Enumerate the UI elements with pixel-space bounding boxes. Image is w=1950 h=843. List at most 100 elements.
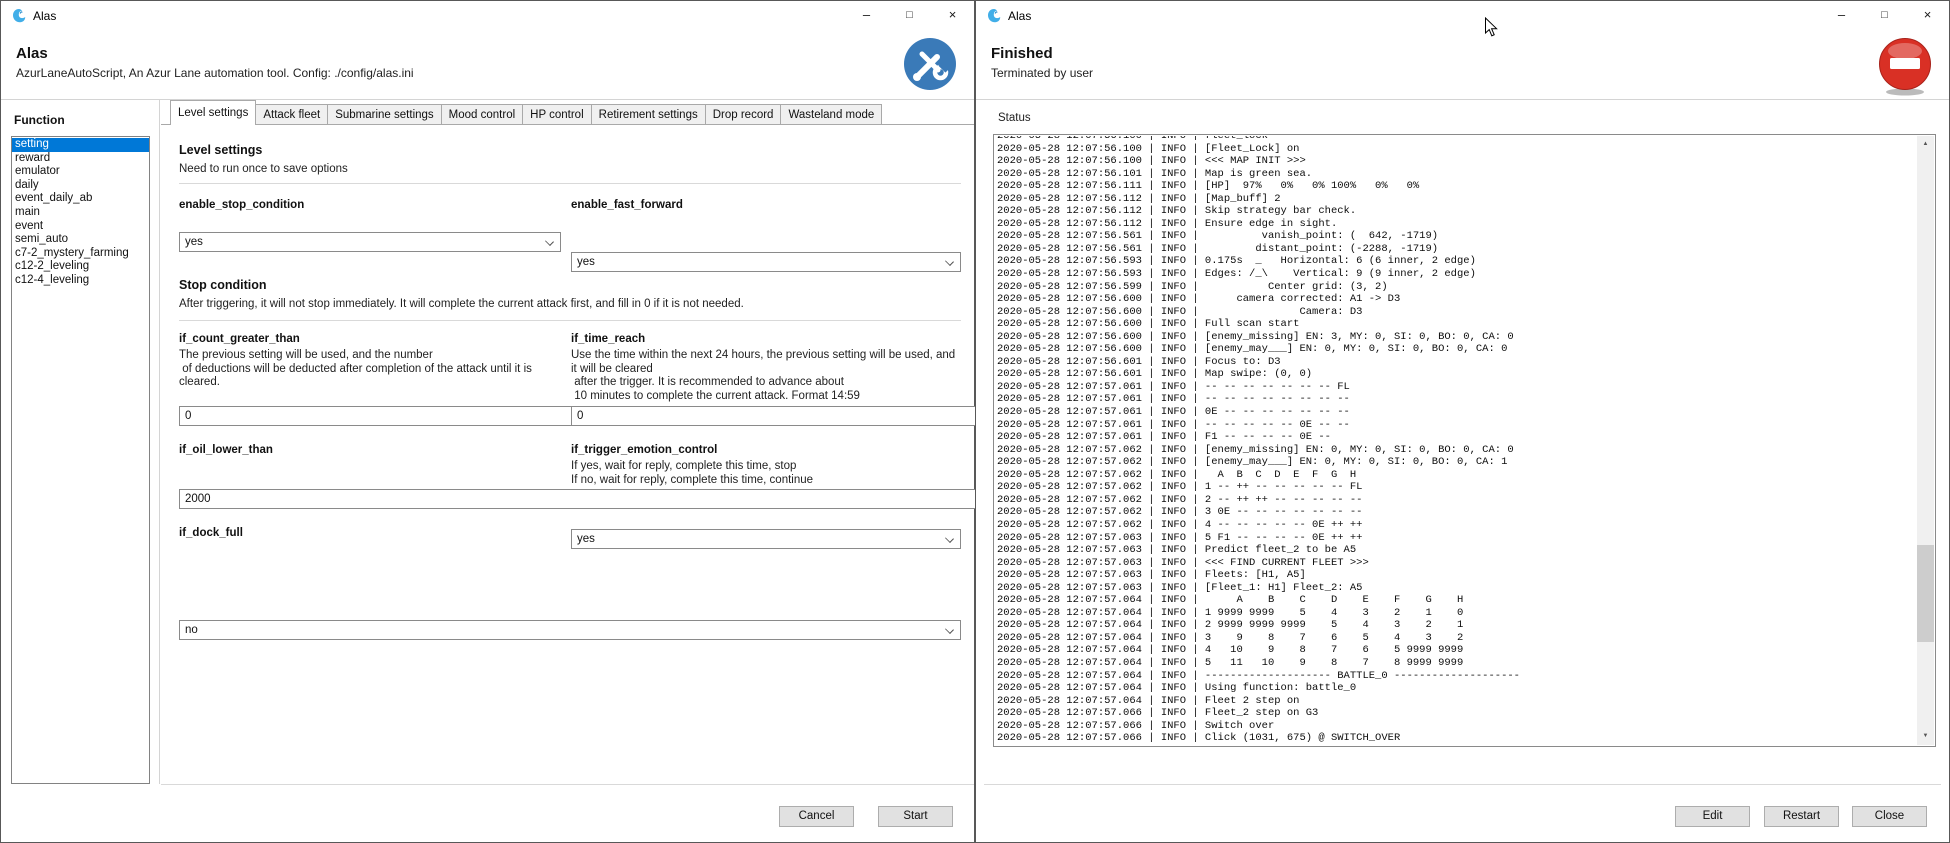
function-list-item[interactable]: setting	[12, 138, 149, 152]
section-title-level-settings: Level settings	[179, 143, 262, 157]
tab[interactable]: Wasteland mode	[780, 104, 882, 124]
enable-fast-forward-label: enable_fast_forward	[571, 199, 961, 211]
status-label: Status	[998, 112, 1031, 124]
if-dock-full-value: no	[185, 624, 198, 636]
enable-stop-condition-value: yes	[185, 236, 203, 248]
scrollbar-thumb[interactable]	[1917, 545, 1934, 642]
tab[interactable]: HP control	[522, 104, 591, 124]
function-list-item[interactable]: main	[12, 206, 149, 220]
tab[interactable]: Attack fleet	[255, 104, 328, 124]
tab[interactable]: Level settings	[170, 100, 256, 125]
title-bar: Alas – □ ×	[976, 1, 1949, 31]
log-line: 2020-05-28 12:07:57.064 | INFO | 4 10 9 …	[997, 644, 1915, 657]
section-desc-stop-condition: After triggering, it will not stop immed…	[179, 298, 961, 310]
mouse-cursor-icon	[1484, 17, 1498, 43]
function-list-item[interactable]: c12-2_leveling	[12, 260, 149, 274]
enable-stop-condition-select[interactable]: yes	[179, 232, 561, 252]
if-dock-full-label: if_dock_full	[179, 527, 243, 539]
app-header: Alas AzurLaneAutoScript, An Azur Lane au…	[1, 31, 974, 99]
if-trigger-emotion-control-value: yes	[577, 533, 595, 545]
log-line: 2020-05-28 12:07:56.100 | INFO | [Fleet_…	[997, 143, 1915, 156]
enable-fast-forward-select[interactable]: yes	[571, 252, 961, 272]
edit-button[interactable]: Edit	[1675, 806, 1750, 827]
log-line: 2020-05-28 12:07:57.064 | INFO | 1 9999 …	[997, 607, 1915, 620]
log-line: 2020-05-28 12:07:57.064 | INFO | 3 9 8 7…	[997, 632, 1915, 645]
section-title-stop-condition: Stop condition	[179, 278, 266, 292]
function-list-item[interactable]: event_daily_ab	[12, 192, 149, 206]
maximize-button[interactable]: □	[888, 1, 931, 31]
chevron-down-icon	[545, 237, 554, 246]
restart-button[interactable]: Restart	[1764, 806, 1839, 827]
close-button[interactable]: ×	[931, 1, 974, 31]
if-trigger-emotion-control-label: if_trigger_emotion_control	[571, 444, 961, 456]
start-button[interactable]: Start	[878, 806, 953, 827]
log-line: 2020-05-28 12:07:57.061 | INFO | -- -- -…	[997, 381, 1915, 394]
log-line: 2020-05-28 12:07:56.599 | INFO | Center …	[997, 281, 1915, 294]
scrollbar-down-icon[interactable]: ▼	[1917, 728, 1934, 745]
log-line: 2020-05-28 12:07:57.066 | INFO | Switch …	[997, 720, 1915, 733]
log-line: 2020-05-28 12:07:56.601 | INFO | Focus t…	[997, 356, 1915, 369]
function-list-item[interactable]: semi_auto	[12, 233, 149, 247]
log-line: 2020-05-28 12:07:57.062 | INFO | [enemy_…	[997, 444, 1915, 457]
sidebar-title: Function	[14, 113, 65, 127]
stop-icon	[1877, 36, 1933, 96]
sidebar: Function settingrewardemulatordailyevent…	[1, 100, 160, 784]
scrollbar-up-icon[interactable]: ▲	[1917, 136, 1934, 153]
log-line: 2020-05-28 12:07:57.064 | INFO | A B C D…	[997, 594, 1915, 607]
function-list[interactable]: settingrewardemulatordailyevent_daily_ab…	[11, 136, 150, 784]
if-trigger-emotion-control-description: If yes, wait for reply, complete this ti…	[571, 460, 961, 487]
minimize-button[interactable]: –	[1820, 1, 1863, 31]
log-line: 2020-05-28 12:07:57.063 | INFO | 5 F1 --…	[997, 532, 1915, 545]
log-line: 2020-05-28 12:07:56.101 | INFO | Map is …	[997, 168, 1915, 181]
log-line: 2020-05-28 12:07:56.112 | INFO | [Map_bu…	[997, 193, 1915, 206]
window-title: Alas	[1008, 9, 1031, 23]
function-list-item[interactable]: reward	[12, 152, 149, 166]
log-line: 2020-05-28 12:07:56.593 | INFO | 0.175s …	[997, 255, 1915, 268]
log-line: 2020-05-28 12:07:56.561 | INFO | distant…	[997, 243, 1915, 256]
enable-fast-forward-value: yes	[577, 256, 595, 268]
alas-status-window: Alas – □ × Finished Terminated by user S…	[975, 0, 1950, 843]
log-line: 2020-05-28 12:07:57.061 | INFO | F1 -- -…	[997, 431, 1915, 444]
log-line: 2020-05-28 12:07:56.600 | INFO | Full sc…	[997, 318, 1915, 331]
log-line: 2020-05-28 12:07:57.061 | INFO | 0E -- -…	[997, 406, 1915, 419]
cancel-button[interactable]: Cancel	[779, 806, 854, 827]
log-line: 2020-05-28 12:07:57.062 | INFO | 4 -- --…	[997, 519, 1915, 532]
tab[interactable]: Mood control	[441, 104, 523, 124]
minimize-button[interactable]: –	[845, 1, 888, 31]
log-line: 2020-05-28 12:07:56.111 | INFO | [HP] 97…	[997, 180, 1915, 193]
chevron-down-icon	[945, 625, 954, 634]
tab[interactable]: Retirement settings	[591, 104, 706, 124]
log-line: 2020-05-28 12:07:56.601 | INFO | Map swi…	[997, 368, 1915, 381]
log-line: 2020-05-28 12:07:56.112 | INFO | Ensure …	[997, 218, 1915, 231]
alas-logo-icon	[11, 8, 27, 24]
function-list-item[interactable]: daily	[12, 179, 149, 193]
function-list-item[interactable]: emulator	[12, 165, 149, 179]
left-footer: Cancel Start	[1, 784, 974, 842]
footer-divider	[984, 784, 1941, 785]
tab[interactable]: Submarine settings	[327, 104, 441, 124]
if-trigger-emotion-control-select[interactable]: yes	[571, 529, 961, 549]
chevron-down-icon	[945, 534, 954, 543]
log-line: 2020-05-28 12:07:57.061 | INFO | -- -- -…	[997, 393, 1915, 406]
function-list-item[interactable]: event	[12, 220, 149, 234]
log-line: 2020-05-28 12:07:57.064 | INFO | -------…	[997, 670, 1915, 683]
close-button[interactable]: ×	[1906, 1, 1949, 31]
tab[interactable]: Drop record	[705, 104, 782, 124]
log-line: 2020-05-28 12:07:56.100 | INFO | <<< MAP…	[997, 155, 1915, 168]
level-settings-form: Level settings Need to run once to save …	[161, 125, 974, 784]
log-line: 2020-05-28 12:07:56.112 | INFO | Skip st…	[997, 205, 1915, 218]
close-action-button[interactable]: Close	[1852, 806, 1927, 827]
finished-subtitle: Terminated by user	[991, 66, 1093, 80]
if-count-greater-than-label: if_count_greater_than	[179, 333, 561, 345]
log-scrollbar[interactable]: ▲ ▼	[1917, 136, 1934, 745]
function-list-item[interactable]: c7-2_mystery_farming	[12, 247, 149, 261]
maximize-button[interactable]: □	[1863, 1, 1906, 31]
enable-stop-condition-label: enable_stop_condition	[179, 199, 561, 211]
if-dock-full-select[interactable]: no	[179, 620, 961, 640]
if-oil-lower-than-input[interactable]	[179, 489, 992, 509]
log-line: 2020-05-28 12:07:56.561 | INFO | vanish_…	[997, 230, 1915, 243]
log-line: 2020-05-28 12:07:57.062 | INFO | [enemy_…	[997, 456, 1915, 469]
divider	[179, 183, 961, 184]
function-list-item[interactable]: c12-4_leveling	[12, 274, 149, 288]
log-line: 2020-05-28 12:07:57.066 | INFO | Click (…	[997, 732, 1915, 745]
